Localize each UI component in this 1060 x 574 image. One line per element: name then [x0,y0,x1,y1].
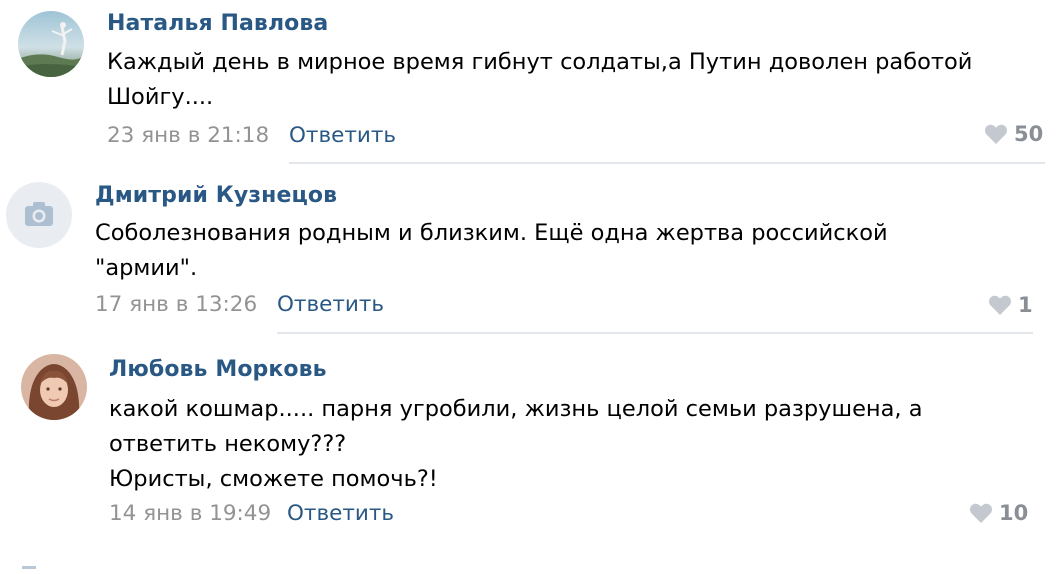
heart-icon [985,124,1007,144]
comment-item: Наталья Павлова Каждый день в мирное вре… [0,0,1060,166]
comment-text: Каждый день в мирное время гибнут солдат… [107,49,973,110]
like-button[interactable]: 1 [988,293,1033,317]
reply-button[interactable]: Ответить [277,292,384,317]
reply-button[interactable]: Ответить [287,501,394,526]
user-photo-icon [21,354,87,420]
comment-text: какой кошмар..... парня угробили, жизнь … [109,396,923,492]
comment-text: Соболезнования родным и близким. Ещё одн… [95,220,888,281]
comment-author[interactable]: Наталья Павлова [107,11,328,36]
like-button[interactable]: 10 [969,501,1028,525]
divider [277,332,1033,334]
like-count: 50 [1014,122,1044,146]
heart-icon [970,503,992,523]
like-count: 10 [999,501,1029,525]
avatar[interactable] [6,182,72,248]
like-count: 1 [1018,293,1033,317]
comment-item: Дмитрий Кузнецов Соболезнования родным и… [0,166,1060,336]
divider [289,162,1045,164]
comment-date[interactable]: 17 янв в 13:26 [95,292,257,317]
next-comment-edge [22,566,36,569]
heart-icon [989,295,1011,315]
comment-item: Любовь Морковь какой кошмар..... парня у… [0,336,1060,556]
like-button[interactable]: 50 [984,122,1043,146]
comment-date[interactable]: 14 янв в 19:49 [109,501,271,526]
avatar[interactable] [21,354,87,420]
camera-icon [25,202,53,226]
comment-author[interactable]: Дмитрий Кузнецов [95,183,337,208]
comment-author[interactable]: Любовь Морковь [109,357,327,382]
comment-date[interactable]: 23 янв в 21:18 [107,123,269,148]
user-photo-icon [18,11,84,77]
avatar[interactable] [18,11,84,77]
reply-button[interactable]: Ответить [289,123,396,148]
